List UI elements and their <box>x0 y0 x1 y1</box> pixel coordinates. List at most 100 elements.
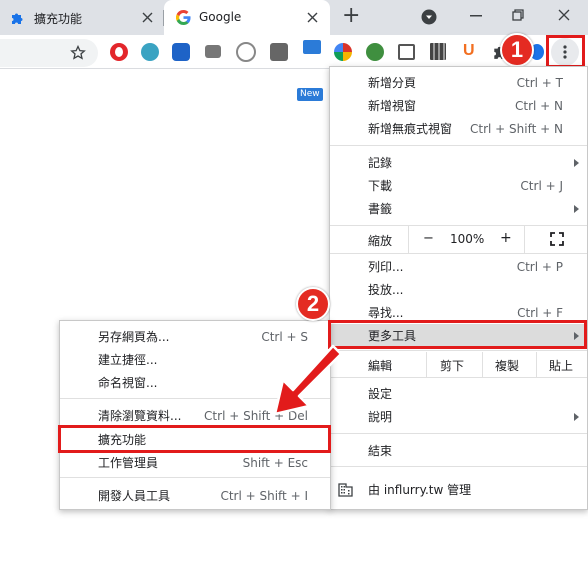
menu-label: 結束 <box>368 444 393 458</box>
bookmark-star-icon[interactable] <box>70 45 86 61</box>
menu-item-new-incognito[interactable]: 新增無痕式視窗 Ctrl + Shift + N <box>330 117 587 140</box>
menu-shortcut: Ctrl + Shift + N <box>470 121 563 136</box>
menu-item-new-window[interactable]: 新增視窗 Ctrl + N <box>330 94 587 117</box>
u-icon[interactable]: U <box>463 42 475 60</box>
tab-strip: 擴充功能 Google + <box>0 0 588 35</box>
zoom-divider <box>408 226 409 253</box>
fullscreen-icon[interactable] <box>550 232 564 246</box>
google-g-icon <box>176 10 191 25</box>
edit-row: 編輯 剪下 複製 貼上 <box>330 352 587 377</box>
menu-item-bookmarks[interactable]: 書籤 <box>330 197 587 220</box>
menu-label: 設定 <box>368 387 393 401</box>
camera-icon[interactable] <box>205 45 221 58</box>
edit-divider <box>536 352 537 377</box>
menu-shortcut: Ctrl + N <box>514 98 563 113</box>
step-2-badge: 2 <box>296 287 330 321</box>
new-tab-button[interactable]: + <box>342 3 360 28</box>
menu-shortcut: Ctrl + Shift + I <box>220 488 308 503</box>
submenu-item-task-manager[interactable]: 工作管理員 Shift + Esc <box>60 451 330 474</box>
paste-button[interactable]: 貼上 <box>549 357 573 374</box>
highlight-extensions <box>58 425 331 453</box>
window-icon[interactable] <box>398 44 415 60</box>
minimize-icon[interactable] <box>470 15 482 17</box>
edit-label: 編輯 <box>368 359 393 373</box>
tab-title: 擴充功能 <box>34 12 83 26</box>
tab-google[interactable]: Google <box>164 0 330 35</box>
menu-label: 新增無痕式視窗 <box>368 122 453 136</box>
menu-shortcut: Ctrl + T <box>516 75 563 90</box>
colorwheel-icon[interactable] <box>334 43 352 61</box>
submenu-arrow-icon <box>574 205 579 213</box>
teal-search-icon[interactable] <box>141 43 159 61</box>
menu-shortcut: Ctrl + P <box>516 259 563 274</box>
zoom-divider <box>524 226 525 253</box>
tab-search-icon[interactable] <box>421 9 437 25</box>
menu-shortcut: Ctrl + J <box>520 178 563 193</box>
menu-separator <box>330 466 587 467</box>
opera-red-icon-inner <box>115 47 123 57</box>
submenu-arrow-icon <box>574 413 579 421</box>
zoom-row: 縮放 − 100% + <box>330 226 587 253</box>
zoom-in-button[interactable]: + <box>500 230 512 246</box>
cut-button[interactable]: 剪下 <box>440 357 464 374</box>
menu-item-cast[interactable]: 投放... <box>330 278 587 301</box>
menu-label: 說明 <box>368 410 393 424</box>
window-close-icon[interactable] <box>558 9 570 21</box>
close-icon[interactable] <box>142 12 153 23</box>
menu-label: 下載 <box>368 179 393 193</box>
menu-label: 由 influrry.tw 管理 <box>368 483 472 497</box>
zoom-out-button[interactable]: − <box>423 231 434 246</box>
menu-item-history[interactable]: 記錄 <box>330 151 587 174</box>
step-1-badge: 1 <box>500 33 534 67</box>
menu-label: 清除瀏覽資料... <box>98 409 182 423</box>
globe-icon[interactable] <box>366 43 384 61</box>
highlight-more-tools <box>328 320 587 349</box>
menu-label: 記錄 <box>368 156 393 170</box>
puzzle-icon <box>12 13 23 24</box>
book-icon[interactable] <box>430 43 446 60</box>
tab-title: Google <box>199 10 242 24</box>
menu-label: 尋找... <box>368 306 404 320</box>
menu-label: 建立捷徑... <box>98 353 158 367</box>
menu-item-new-tab[interactable]: 新增分頁 Ctrl + T <box>330 71 587 94</box>
new-badge: New <box>297 88 323 101</box>
menu-item-downloads[interactable]: 下載 Ctrl + J <box>330 174 587 197</box>
edit-divider <box>482 352 483 377</box>
menu-separator <box>330 145 587 146</box>
restore-icon[interactable] <box>512 9 524 21</box>
menu-label: 新增視窗 <box>368 99 417 113</box>
menu-item-settings[interactable]: 設定 <box>330 382 587 405</box>
menu-label: 另存網頁為... <box>98 330 170 344</box>
menu-label: 列印... <box>368 260 404 274</box>
menu-label: 書籤 <box>368 202 393 216</box>
new-badge-icon[interactable] <box>303 40 321 54</box>
menu-label: 開發人員工具 <box>98 489 171 503</box>
menu-item-exit[interactable]: 結束 <box>330 439 587 462</box>
close-icon[interactable] <box>307 12 318 23</box>
menu-separator <box>330 350 587 351</box>
blue-store-icon[interactable] <box>172 43 190 61</box>
menu-label: 投放... <box>368 283 404 297</box>
copy-button[interactable]: 複製 <box>495 357 519 374</box>
menu-separator <box>60 477 330 478</box>
menu-label: 新增分頁 <box>368 76 417 90</box>
edit-divider <box>426 352 427 377</box>
menu-item-help[interactable]: 說明 <box>330 405 587 428</box>
zoom-label: 縮放 <box>368 234 393 248</box>
highlight-menu-button <box>546 35 585 68</box>
headset-icon[interactable] <box>236 42 256 62</box>
submenu-item-devtools[interactable]: 開發人員工具 Ctrl + Shift + I <box>60 484 330 507</box>
menu-item-print[interactable]: 列印... Ctrl + P <box>330 255 587 278</box>
address-bar[interactable] <box>0 39 98 67</box>
photo-icon[interactable] <box>270 43 288 61</box>
menu-label: 工作管理員 <box>98 456 159 470</box>
tab-extensions[interactable]: 擴充功能 <box>0 0 164 35</box>
chrome-main-menu: 新增分頁 Ctrl + T 新增視窗 Ctrl + N 新增無痕式視窗 Ctrl… <box>329 66 588 510</box>
menu-separator <box>330 253 587 254</box>
zoom-level: 100% <box>450 232 485 246</box>
submenu-arrow-icon <box>574 159 579 167</box>
menu-shortcut: Ctrl + F <box>517 305 563 320</box>
managed-by-item[interactable]: 由 influrry.tw 管理 <box>330 478 587 501</box>
menu-separator <box>330 377 587 378</box>
building-icon <box>338 483 353 497</box>
